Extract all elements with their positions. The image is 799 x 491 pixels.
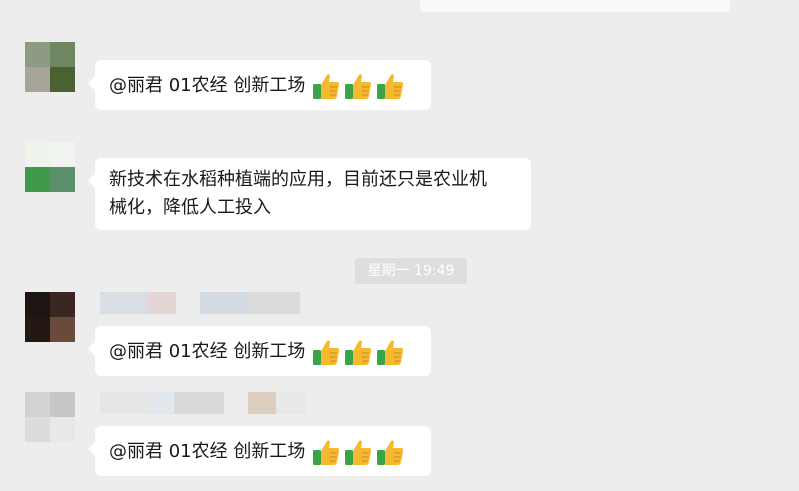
avatar[interactable] <box>25 392 75 442</box>
message-text: @丽君 01农经 创新工场 <box>109 441 306 462</box>
thumbs-up-icon <box>313 340 340 365</box>
timestamp: 星期一 19:49 <box>355 258 467 284</box>
message-bubble[interactable]: @丽君 01农经 创新工场 <box>88 426 431 476</box>
sender-name <box>100 292 300 314</box>
previous-message-bubble <box>420 0 730 12</box>
thumbs-up-icon <box>345 440 372 465</box>
avatar[interactable] <box>25 142 75 192</box>
thumbs-up-icon <box>313 440 340 465</box>
avatar[interactable] <box>25 42 75 92</box>
thumbs-up-icon <box>377 340 404 365</box>
message-bubble[interactable]: @丽君 01农经 创新工场 <box>88 326 431 376</box>
message-bubble[interactable]: @丽君 01农经 创新工场 <box>88 60 431 110</box>
thumbs-up-icon <box>377 440 404 465</box>
reaction-group <box>309 337 405 367</box>
avatar[interactable] <box>25 292 75 342</box>
message-text-line: 新技术在水稻种植端的应用，目前还只是农业机 <box>109 169 487 190</box>
reaction-group <box>309 437 405 467</box>
message-text: @丽君 01农经 创新工场 <box>109 341 306 362</box>
message-bubble[interactable]: 新技术在水稻种植端的应用，目前还只是农业机 械化，降低人工投入 <box>88 158 531 230</box>
reaction-group <box>309 71 405 101</box>
thumbs-up-icon <box>345 74 372 99</box>
message-text-line: 械化，降低人工投入 <box>109 197 271 218</box>
thumbs-up-icon <box>377 74 404 99</box>
sender-name <box>100 392 306 414</box>
thumbs-up-icon <box>313 74 340 99</box>
thumbs-up-icon <box>345 340 372 365</box>
message-text: @丽君 01农经 创新工场 <box>109 75 306 96</box>
